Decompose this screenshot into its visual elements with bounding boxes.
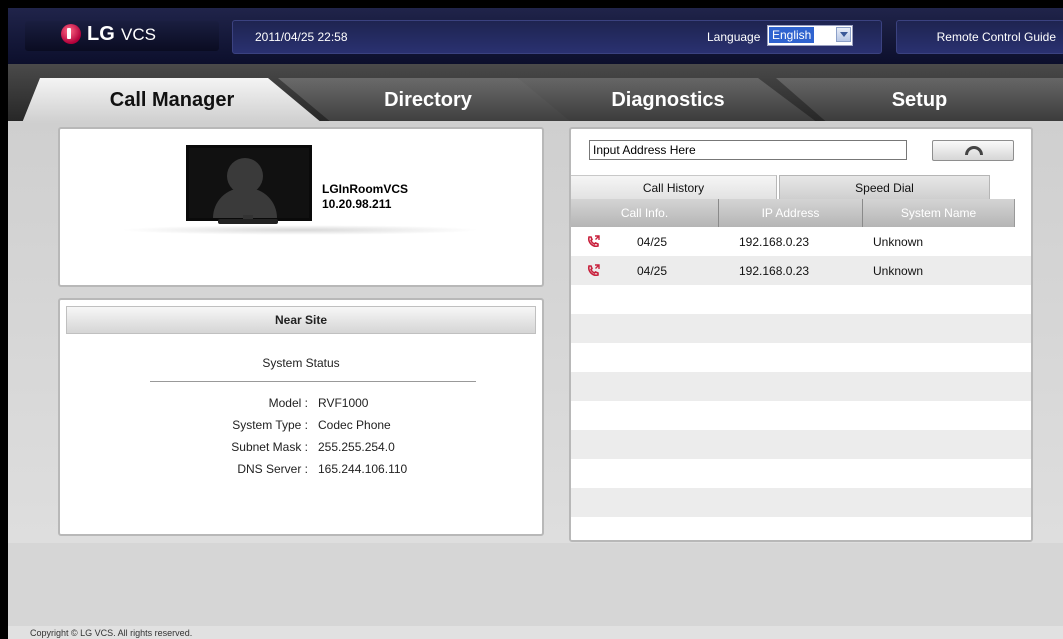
model-value: RVF1000 bbox=[318, 396, 369, 410]
model-label: Model : bbox=[268, 396, 308, 410]
table-row-empty bbox=[571, 343, 1031, 372]
table-row-empty bbox=[571, 314, 1031, 343]
handset-icon bbox=[965, 146, 983, 155]
reflection bbox=[120, 225, 480, 235]
divider bbox=[150, 381, 476, 382]
datetime: 2011/04/25 22:58 bbox=[255, 30, 348, 44]
table-row-empty bbox=[571, 459, 1031, 488]
logo-product: VCS bbox=[121, 25, 156, 44]
table-header: Call Info. IP Address System Name bbox=[571, 199, 1015, 227]
call-panel: Call History Speed Dial Call Info. IP Ad… bbox=[569, 127, 1033, 542]
subnet-mask-label: Subnet Mask : bbox=[231, 440, 308, 454]
tab-call-manager[interactable]: Call Manager bbox=[22, 78, 322, 123]
table-row-empty bbox=[571, 401, 1031, 430]
logo: LG VCS bbox=[25, 21, 219, 51]
dial-button[interactable] bbox=[932, 140, 1014, 161]
table-row-empty bbox=[571, 430, 1031, 459]
incoming-call-icon bbox=[587, 235, 600, 248]
dns-server-value: 165.244.106.110 bbox=[318, 462, 408, 476]
column-system-name[interactable]: System Name bbox=[863, 199, 1014, 227]
tv-icon bbox=[186, 145, 312, 221]
call-date: 04/25 bbox=[637, 264, 668, 278]
tab-speed-dial[interactable]: Speed Dial bbox=[779, 175, 990, 199]
system-type-value: Codec Phone bbox=[318, 418, 391, 432]
table-row[interactable]: 04/25 192.168.0.23 Unknown bbox=[571, 227, 1031, 256]
call-system-name: Unknown bbox=[873, 235, 924, 249]
incoming-call-icon bbox=[587, 264, 600, 277]
call-ip: 192.168.0.23 bbox=[739, 235, 810, 249]
footer: Copyright © LG VCS. All rights reserved. bbox=[8, 626, 1063, 639]
main-content: LGInRoomVCS 10.20.98.211 Near Site Syste… bbox=[8, 123, 1063, 626]
system-type-label: System Type : bbox=[232, 418, 308, 432]
table-row-empty bbox=[571, 517, 1031, 540]
near-site-panel: Near Site System Status Model : RVF1000 … bbox=[58, 298, 544, 536]
language-select[interactable]: English bbox=[767, 25, 853, 46]
remote-control-guide-button[interactable]: Remote Control Guide bbox=[896, 20, 1063, 54]
tab-setup[interactable]: Setup bbox=[776, 78, 1063, 123]
table-row-empty bbox=[571, 488, 1031, 517]
device-ip: 10.20.98.211 bbox=[322, 197, 392, 211]
language-label: Language bbox=[707, 30, 761, 44]
logo-brand: LG bbox=[87, 23, 115, 45]
remote-control-guide-label: Remote Control Guide bbox=[936, 30, 1056, 44]
system-status-heading: System Status bbox=[262, 356, 340, 370]
chevron-down-icon[interactable] bbox=[836, 27, 851, 42]
main-tabs: Directory Diagnostics Setup Call Manager bbox=[8, 64, 1063, 123]
call-system-name: Unknown bbox=[873, 264, 924, 278]
near-site-title: Near Site bbox=[66, 306, 536, 334]
address-input[interactable] bbox=[589, 140, 907, 160]
column-ip-address[interactable]: IP Address bbox=[719, 199, 862, 227]
device-profile-panel: LGInRoomVCS 10.20.98.211 bbox=[58, 127, 544, 287]
dns-server-label: DNS Server : bbox=[237, 462, 308, 476]
person-icon-body bbox=[213, 188, 277, 218]
device-name: LGInRoomVCS bbox=[322, 182, 408, 196]
copyright: Copyright © LG VCS. All rights reserved. bbox=[30, 628, 193, 638]
header-bar: LG VCS 2011/04/25 22:58 Language English… bbox=[8, 8, 1063, 64]
table-row-empty bbox=[571, 285, 1031, 314]
language-value: English bbox=[769, 27, 815, 43]
table-row[interactable]: 04/25 192.168.0.23 Unknown bbox=[571, 256, 1031, 285]
call-date: 04/25 bbox=[637, 235, 668, 249]
tab-call-history[interactable]: Call History bbox=[571, 175, 777, 199]
lg-logo-icon bbox=[61, 24, 81, 44]
table-row-empty bbox=[571, 372, 1031, 401]
column-call-info[interactable]: Call Info. bbox=[571, 199, 718, 227]
subnet-mask-value: 255.255.254.0 bbox=[318, 440, 395, 454]
call-ip: 192.168.0.23 bbox=[739, 264, 810, 278]
tv-stand bbox=[218, 219, 278, 224]
